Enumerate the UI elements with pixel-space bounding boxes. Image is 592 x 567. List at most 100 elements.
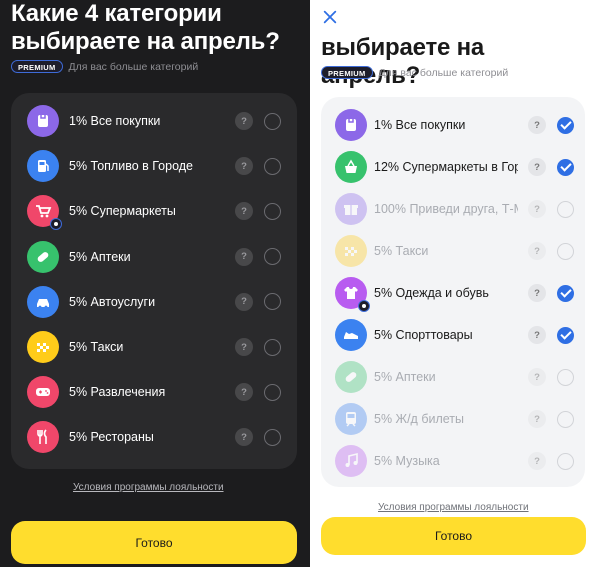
list-item[interactable]: 5% Аптеки?: [321, 359, 585, 395]
music-icon: [335, 445, 367, 477]
done-button[interactable]: Готово: [11, 521, 297, 564]
shirt-icon: [335, 277, 370, 312]
page-title: Какие 4 категории выбираете на апрель?: [11, 0, 280, 55]
taxi-icon: [27, 331, 59, 363]
list-item[interactable]: 5% Топливо в Городе?: [11, 148, 297, 184]
premium-badge: PREMIUM: [321, 66, 373, 79]
list-item[interactable]: 1% Все покупки?: [321, 107, 585, 143]
loyalty-terms-link[interactable]: Условия программы лояльности: [73, 482, 224, 493]
category-checkbox[interactable]: [557, 200, 574, 218]
basket-icon: [335, 151, 367, 183]
list-item[interactable]: 5% Ж/д билеты?: [321, 401, 585, 437]
help-icon[interactable]: ?: [528, 284, 546, 302]
sneaker-icon: [335, 319, 367, 351]
page-title: выбираете на апрель?: [321, 34, 485, 89]
category-checkbox[interactable]: [557, 242, 574, 260]
dark-category-screen: Какие 4 категории выбираете на апрель? P…: [0, 0, 310, 567]
category-list: 1% Все покупки?12% Супермаркеты в Городе…: [321, 97, 585, 487]
category-checkbox[interactable]: [264, 293, 281, 311]
help-icon[interactable]: ?: [235, 292, 253, 311]
pill-icon: [27, 240, 59, 273]
category-label: 5% Рестораны: [69, 430, 154, 445]
category-checkbox[interactable]: [557, 452, 574, 470]
category-checkbox[interactable]: [557, 368, 574, 386]
train-icon: [335, 403, 367, 435]
category-label: 5% Спорттовары: [374, 328, 473, 342]
help-icon[interactable]: ?: [528, 158, 546, 176]
category-label: 5% Ж/д билеты: [374, 412, 465, 426]
list-item[interactable]: 5% Супермаркеты?: [11, 193, 297, 231]
category-label: 12% Супермаркеты в Городе: [374, 160, 518, 174]
category-checkbox[interactable]: [264, 383, 281, 401]
pill-icon: [335, 361, 367, 393]
help-icon[interactable]: ?: [235, 247, 253, 266]
category-checkbox[interactable]: [264, 338, 281, 356]
category-list: 1% Все покупки? 5% Топливо в Городе? 5% Су…: [11, 93, 297, 469]
category-label: 1% Все покупки: [69, 114, 161, 128]
category-checkbox[interactable]: [557, 410, 574, 428]
car-icon: [27, 285, 59, 318]
help-icon[interactable]: ?: [235, 383, 253, 402]
help-icon[interactable]: ?: [528, 242, 546, 260]
help-icon[interactable]: ?: [528, 410, 546, 428]
help-icon[interactable]: ?: [528, 452, 546, 470]
list-item[interactable]: 5% Одежда и обувь?: [321, 275, 585, 312]
help-icon[interactable]: ?: [235, 338, 253, 356]
cart-icon: [27, 195, 62, 231]
list-item[interactable]: 5% Аптеки?: [11, 239, 297, 275]
category-label: 5% Музыка: [374, 454, 440, 468]
gamepad-icon: [27, 376, 59, 409]
help-icon[interactable]: ?: [235, 112, 253, 130]
list-item[interactable]: 5% Спорттовары?: [321, 317, 585, 353]
gift-icon: [335, 193, 367, 225]
premium-text: Для вас больше категорий: [68, 60, 199, 73]
premium-mark-icon: [50, 218, 62, 231]
list-item[interactable]: 5% Автоуслуги?: [11, 284, 297, 320]
category-label: 5% Топливо в Городе: [69, 159, 193, 174]
category-checkbox[interactable]: [557, 326, 574, 344]
done-button[interactable]: Готово: [321, 517, 586, 555]
premium-promo: PREMIUM Для вас больше категорий: [321, 66, 508, 79]
premium-text: Для вас больше категорий: [378, 66, 509, 79]
list-item[interactable]: 5% Такси?: [321, 233, 585, 269]
category-label: 5% Развлечения: [69, 385, 166, 400]
category-label: 5% Одежда и обувь: [374, 286, 489, 300]
category-checkbox[interactable]: [264, 248, 281, 266]
help-icon[interactable]: ?: [528, 200, 546, 218]
help-icon[interactable]: ?: [528, 326, 546, 344]
category-label: 1% Все покупки: [374, 118, 466, 132]
bag-icon: [27, 105, 59, 137]
list-item[interactable]: 5% Рестораны?: [11, 419, 297, 455]
list-item[interactable]: 1% Все покупки?: [11, 103, 297, 139]
category-label: 5% Аптеки: [374, 370, 436, 384]
help-icon[interactable]: ?: [235, 157, 253, 176]
category-checkbox[interactable]: [264, 428, 281, 446]
category-label: 100% Приведи друга, Т-Мобайл: [374, 202, 518, 216]
category-checkbox[interactable]: [264, 157, 281, 175]
premium-mark-icon: [358, 300, 370, 312]
help-icon[interactable]: ?: [528, 116, 546, 134]
bag-icon: [335, 109, 367, 141]
close-icon[interactable]: [322, 9, 340, 27]
list-item[interactable]: 5% Развлечения?: [11, 374, 297, 410]
help-icon[interactable]: ?: [528, 368, 546, 386]
category-checkbox[interactable]: [557, 284, 574, 302]
help-icon[interactable]: ?: [235, 428, 253, 447]
category-label: 5% Такси: [69, 340, 124, 354]
category-label: 5% Автоуслуги: [69, 294, 156, 309]
category-checkbox[interactable]: [557, 158, 574, 176]
category-checkbox[interactable]: [264, 202, 281, 220]
category-checkbox[interactable]: [264, 112, 281, 130]
list-item[interactable]: 5% Такси?: [11, 329, 297, 365]
taxi-icon: [335, 235, 367, 267]
list-item[interactable]: 12% Супермаркеты в Городе?: [321, 149, 585, 185]
list-item[interactable]: 5% Музыка?: [321, 443, 585, 479]
category-label: 5% Супермаркеты: [69, 204, 176, 219]
category-checkbox[interactable]: [557, 116, 574, 134]
fuel-icon: [27, 150, 59, 183]
category-label: 5% Такси: [374, 244, 429, 258]
list-item[interactable]: 100% Приведи друга, Т-Мобайл?: [321, 191, 585, 227]
loyalty-terms-link[interactable]: Условия программы лояльности: [378, 502, 529, 513]
light-category-screen: выбираете на апрель? PREMIUM Для вас бол…: [310, 0, 592, 567]
help-icon[interactable]: ?: [235, 202, 253, 221]
